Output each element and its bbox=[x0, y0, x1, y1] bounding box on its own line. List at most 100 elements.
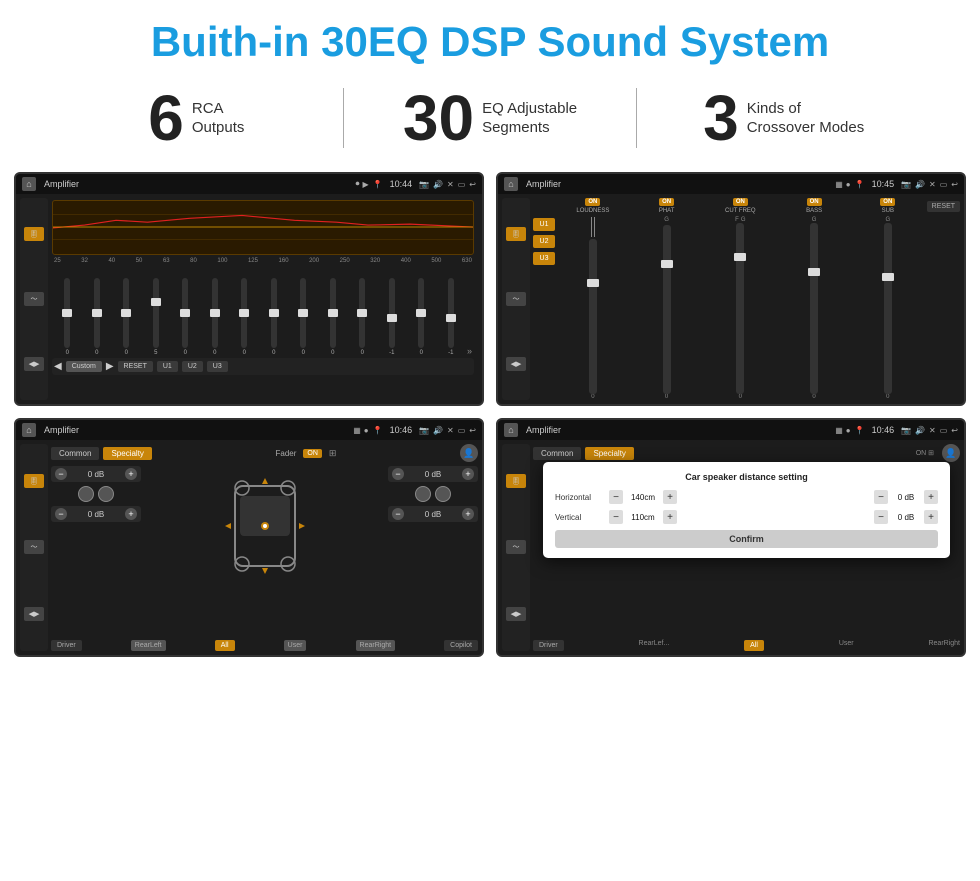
dist-btn-all[interactable]: All bbox=[744, 640, 764, 651]
fader-on-toggle[interactable]: ON bbox=[303, 449, 322, 458]
status-bar-1: Amplifier ⏺ ▶ 📍 10:44 📷 🔊 ✕ ▭ ↩ bbox=[16, 174, 482, 194]
fader-plus-3[interactable]: + bbox=[462, 468, 474, 480]
fader-minus-1[interactable]: − bbox=[55, 468, 67, 480]
confirm-button[interactable]: Confirm bbox=[555, 530, 938, 548]
home-icon-2[interactable] bbox=[504, 177, 518, 191]
eq-slider-9: 0 bbox=[320, 278, 347, 356]
fader-tabs: Common Specialty Fader ON ⊞ 👤 bbox=[51, 444, 478, 462]
record-icon-1: ⏺ bbox=[355, 179, 359, 189]
amp-u2-btn[interactable]: U2 bbox=[533, 235, 555, 248]
fader-speaker-icon[interactable]: ◀▶ bbox=[24, 607, 44, 621]
dialog-db2-plus[interactable]: + bbox=[924, 510, 938, 524]
fader-plus-2[interactable]: + bbox=[125, 508, 137, 520]
dialog-vertical-plus[interactable]: + bbox=[663, 510, 677, 524]
dialog-db2-minus[interactable]: − bbox=[874, 510, 888, 524]
amp-speaker-icon[interactable]: ◀▶ bbox=[506, 357, 526, 371]
amp-ch-cutfreq: ON CUT FREQ FG 0 bbox=[705, 198, 775, 400]
amp-ch-loudness-on[interactable]: ON bbox=[585, 198, 600, 206]
fader-left-panel: − 0 dB + − 0 dB + bbox=[51, 466, 141, 638]
fader-profile-icon[interactable]: 👤 bbox=[460, 444, 478, 462]
amp-wave-icon[interactable]: 〜 bbox=[506, 292, 526, 306]
dist-main: Common Specialty ON ⊞ 👤 Driver RearLef..… bbox=[533, 444, 960, 651]
status-bar-4: Amplifier ▦ ● 📍 10:46 📷 🔊 ✕ ▭ ↩ bbox=[498, 420, 964, 440]
stat-eq: 30 EQ Adjustable Segments bbox=[354, 86, 627, 150]
eq-next-btn[interactable]: ▶ bbox=[106, 361, 114, 372]
home-icon-4[interactable] bbox=[504, 423, 518, 437]
fader-btn-rearright[interactable]: RearRight bbox=[356, 640, 396, 651]
eq-icon-1[interactable]: 🎚 bbox=[24, 227, 44, 241]
amp-u3-btn[interactable]: U3 bbox=[533, 252, 555, 265]
dist-sidebar: 🎚 〜 ◀▶ bbox=[502, 444, 530, 651]
dialog-horizontal-plus[interactable]: + bbox=[663, 490, 677, 504]
fader-btn-copilot[interactable]: Copilot bbox=[444, 640, 478, 651]
menu-icon-4: ▦ bbox=[835, 426, 843, 435]
dist-eq-icon[interactable]: 🎚 bbox=[506, 474, 526, 488]
fader-btn-rearleft[interactable]: RearLeft bbox=[131, 640, 166, 651]
fader-minus-2[interactable]: − bbox=[55, 508, 67, 520]
eq-icon-3[interactable]: ◀▶ bbox=[24, 357, 44, 371]
dist-bottom: Driver RearLef... All User RearRight bbox=[533, 640, 960, 651]
amp-eq-icon[interactable]: 🎚 bbox=[506, 227, 526, 241]
distance-dialog: Car speaker distance setting Horizontal … bbox=[543, 462, 950, 558]
fader-minus-4[interactable]: − bbox=[392, 508, 404, 520]
amp-ch-phat-on[interactable]: ON bbox=[659, 198, 674, 206]
fader-bottom-row: Driver RearLeft All User RearRight Copil… bbox=[51, 640, 478, 651]
amp-reset-btn[interactable]: RESET bbox=[927, 201, 960, 212]
status-icons-2: ▦ ● bbox=[835, 180, 850, 189]
dist-speaker-icon[interactable]: ◀▶ bbox=[506, 607, 526, 621]
speaker-icon-tr bbox=[98, 486, 114, 502]
dialog-vertical-minus[interactable]: − bbox=[609, 510, 623, 524]
fader-btn-all[interactable]: All bbox=[215, 640, 235, 651]
dialog-horizontal-label: Horizontal bbox=[555, 493, 603, 502]
fader-eq-icon[interactable]: 🎚 bbox=[24, 474, 44, 488]
eq-icon-2[interactable]: 〜 bbox=[24, 292, 44, 306]
amp-ch-phat-label: PHAT bbox=[659, 208, 675, 214]
amp-ch-loudness-slider[interactable] bbox=[589, 239, 597, 394]
stat-crossover: 3 Kinds of Crossover Modes bbox=[647, 86, 920, 150]
dialog-db1-minus[interactable]: − bbox=[874, 490, 888, 504]
amp-ch-sub-slider[interactable] bbox=[884, 223, 892, 394]
cam-icon-4: 📷 bbox=[901, 426, 911, 435]
dialog-db1-plus[interactable]: + bbox=[924, 490, 938, 504]
screen-amp-panel: Amplifier ▦ ● 📍 10:45 📷 🔊 ✕ ▭ ↩ 🎚 〜 ◀▶ U… bbox=[496, 172, 966, 406]
win-icon-1: ▭ bbox=[458, 180, 466, 189]
eq-slider-11: -1 bbox=[379, 278, 406, 356]
dist-btn-driver[interactable]: Driver bbox=[533, 640, 564, 651]
eq-graph-svg bbox=[53, 201, 473, 254]
eq-u3-btn[interactable]: U3 bbox=[207, 361, 228, 372]
eq-main: 2532 4050 6380 100125 160200 250320 4005… bbox=[48, 198, 478, 400]
fader-btn-driver[interactable]: Driver bbox=[51, 640, 82, 651]
fader-minus-3[interactable]: − bbox=[392, 468, 404, 480]
amp-ch-cutfreq-slider[interactable] bbox=[736, 223, 744, 394]
fader-tab-common[interactable]: Common bbox=[51, 447, 99, 460]
dist-wave-icon[interactable]: 〜 bbox=[506, 540, 526, 554]
eq-reset-btn[interactable]: RESET bbox=[118, 361, 153, 372]
amp-ch-bass-slider[interactable] bbox=[810, 223, 818, 394]
eq-prev-btn[interactable]: ◀ bbox=[54, 361, 62, 372]
amp-ch-cutfreq-on[interactable]: ON bbox=[733, 198, 748, 206]
fader-tab-specialty[interactable]: Specialty bbox=[103, 447, 151, 460]
fader-btn-user[interactable]: User bbox=[284, 640, 307, 651]
amp-ch-sub-on[interactable]: ON bbox=[880, 198, 895, 206]
fader-plus-4[interactable]: + bbox=[462, 508, 474, 520]
eq-u1-btn[interactable]: U1 bbox=[157, 361, 178, 372]
fader-plus-1[interactable]: + bbox=[125, 468, 137, 480]
stat-rca-number: 6 bbox=[148, 86, 184, 150]
amp-ch-phat-slider[interactable] bbox=[663, 225, 671, 394]
fader-wave-icon[interactable]: 〜 bbox=[24, 540, 44, 554]
eq-u2-btn[interactable]: U2 bbox=[182, 361, 203, 372]
dist-tab-common[interactable]: Common bbox=[533, 447, 581, 460]
status-time-1: 10:44 bbox=[390, 179, 413, 189]
eq-chevron[interactable]: » bbox=[467, 346, 472, 356]
pin-icon-2: 📍 bbox=[855, 180, 865, 189]
dist-profile-icon[interactable]: 👤 bbox=[942, 444, 960, 462]
vol-icon-4: 🔊 bbox=[915, 426, 925, 435]
dialog-db-group-2: − 0 dB + bbox=[874, 510, 938, 524]
dist-tab-specialty[interactable]: Specialty bbox=[585, 447, 633, 460]
dialog-horizontal-minus[interactable]: − bbox=[609, 490, 623, 504]
home-icon-1[interactable] bbox=[22, 177, 36, 191]
amp-u1-btn[interactable]: U1 bbox=[533, 218, 555, 231]
eq-slider-3: 5 bbox=[143, 278, 170, 356]
home-icon-3[interactable] bbox=[22, 423, 36, 437]
amp-ch-bass-on[interactable]: ON bbox=[807, 198, 822, 206]
